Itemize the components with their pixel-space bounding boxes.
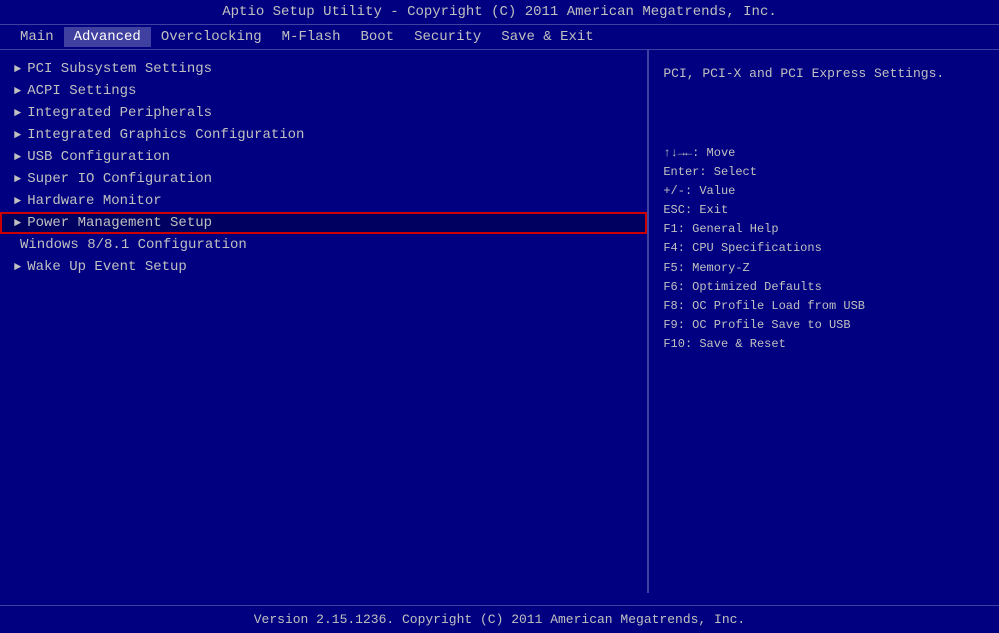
- keybind-section: ↑↓→←: MoveEnter: Select+/-: ValueESC: Ex…: [663, 144, 985, 355]
- bottom-text: Version 2.15.1236. Copyright (C) 2011 Am…: [254, 612, 745, 627]
- submenu-arrow-icon: ►: [14, 106, 21, 120]
- bottom-bar: Version 2.15.1236. Copyright (C) 2011 Am…: [0, 605, 999, 633]
- submenu-arrow-icon: ►: [14, 150, 21, 164]
- entry-label: Windows 8/8.1 Configuration: [20, 237, 247, 253]
- right-panel: PCI, PCI-X and PCI Express Settings. ↑↓→…: [649, 50, 999, 593]
- entry-label: Super IO Configuration: [27, 171, 212, 187]
- entry-label: Integrated Peripherals: [27, 105, 212, 121]
- entry-label: Wake Up Event Setup: [27, 259, 187, 275]
- title-bar: Aptio Setup Utility - Copyright (C) 2011…: [0, 0, 999, 25]
- menu-entry-windows-881-configuration[interactable]: Windows 8/8.1 Configuration: [0, 234, 647, 256]
- title-text: Aptio Setup Utility - Copyright (C) 2011…: [222, 4, 777, 20]
- keybind-item: F4: CPU Specifications: [663, 239, 985, 258]
- entry-label: USB Configuration: [27, 149, 170, 165]
- keybind-item: +/-: Value: [663, 182, 985, 201]
- entry-label: Integrated Graphics Configuration: [27, 127, 304, 143]
- submenu-arrow-icon: ►: [14, 84, 21, 98]
- menu-entry-usb-configuration[interactable]: ► USB Configuration: [0, 146, 647, 168]
- submenu-arrow-icon: ►: [14, 62, 21, 76]
- keybind-item: F10: Save & Reset: [663, 335, 985, 354]
- help-text: PCI, PCI-X and PCI Express Settings.: [663, 64, 985, 84]
- menu-entry-integrated-peripherals[interactable]: ► Integrated Peripherals: [0, 102, 647, 124]
- keybind-item: F9: OC Profile Save to USB: [663, 316, 985, 335]
- menu-entry-power-management-setup[interactable]: ► Power Management Setup: [0, 212, 647, 234]
- menu-item-advanced[interactable]: Advanced: [64, 27, 151, 47]
- entry-label: Power Management Setup: [27, 215, 212, 231]
- menu-item-security[interactable]: Security: [404, 27, 491, 47]
- menu-item-main[interactable]: Main: [10, 27, 64, 47]
- keybind-item: F8: OC Profile Load from USB: [663, 297, 985, 316]
- submenu-arrow-icon: ►: [14, 172, 21, 186]
- menu-entry-integrated-graphics-configuration[interactable]: ► Integrated Graphics Configuration: [0, 124, 647, 146]
- submenu-arrow-icon: ►: [14, 260, 21, 274]
- keybind-item: ESC: Exit: [663, 201, 985, 220]
- keybind-item: F5: Memory-Z: [663, 259, 985, 278]
- menu-bar: MainAdvancedOverclockingM-FlashBootSecur…: [0, 25, 999, 50]
- menu-entry-pci-subsystem-settings[interactable]: ► PCI Subsystem Settings: [0, 58, 647, 80]
- submenu-arrow-icon: ►: [14, 216, 21, 230]
- keybind-item: F6: Optimized Defaults: [663, 278, 985, 297]
- submenu-arrow-icon: ►: [14, 194, 21, 208]
- menu-entry-acpi-settings[interactable]: ► ACPI Settings: [0, 80, 647, 102]
- left-panel: ► PCI Subsystem Settings ► ACPI Settings ► In…: [0, 50, 649, 593]
- menu-entry-hardware-monitor[interactable]: ► Hardware Monitor: [0, 190, 647, 212]
- entry-label: PCI Subsystem Settings: [27, 61, 212, 77]
- menu-entry-wake-up-event-setup[interactable]: ► Wake Up Event Setup: [0, 256, 647, 278]
- entry-label: ACPI Settings: [27, 83, 136, 99]
- menu-item-overclocking[interactable]: Overclocking: [151, 27, 272, 47]
- menu-entry-super-io-configuration[interactable]: ► Super IO Configuration: [0, 168, 647, 190]
- keybind-item: F1: General Help: [663, 220, 985, 239]
- menu-item-boot[interactable]: Boot: [350, 27, 404, 47]
- main-content: ► PCI Subsystem Settings ► ACPI Settings ► In…: [0, 50, 999, 593]
- menu-item-save--exit[interactable]: Save & Exit: [491, 27, 603, 47]
- submenu-arrow-icon: ►: [14, 128, 21, 142]
- entry-label: Hardware Monitor: [27, 193, 161, 209]
- menu-item-m-flash[interactable]: M-Flash: [272, 27, 351, 47]
- keybind-item: ↑↓→←: Move: [663, 144, 985, 163]
- keybind-item: Enter: Select: [663, 163, 985, 182]
